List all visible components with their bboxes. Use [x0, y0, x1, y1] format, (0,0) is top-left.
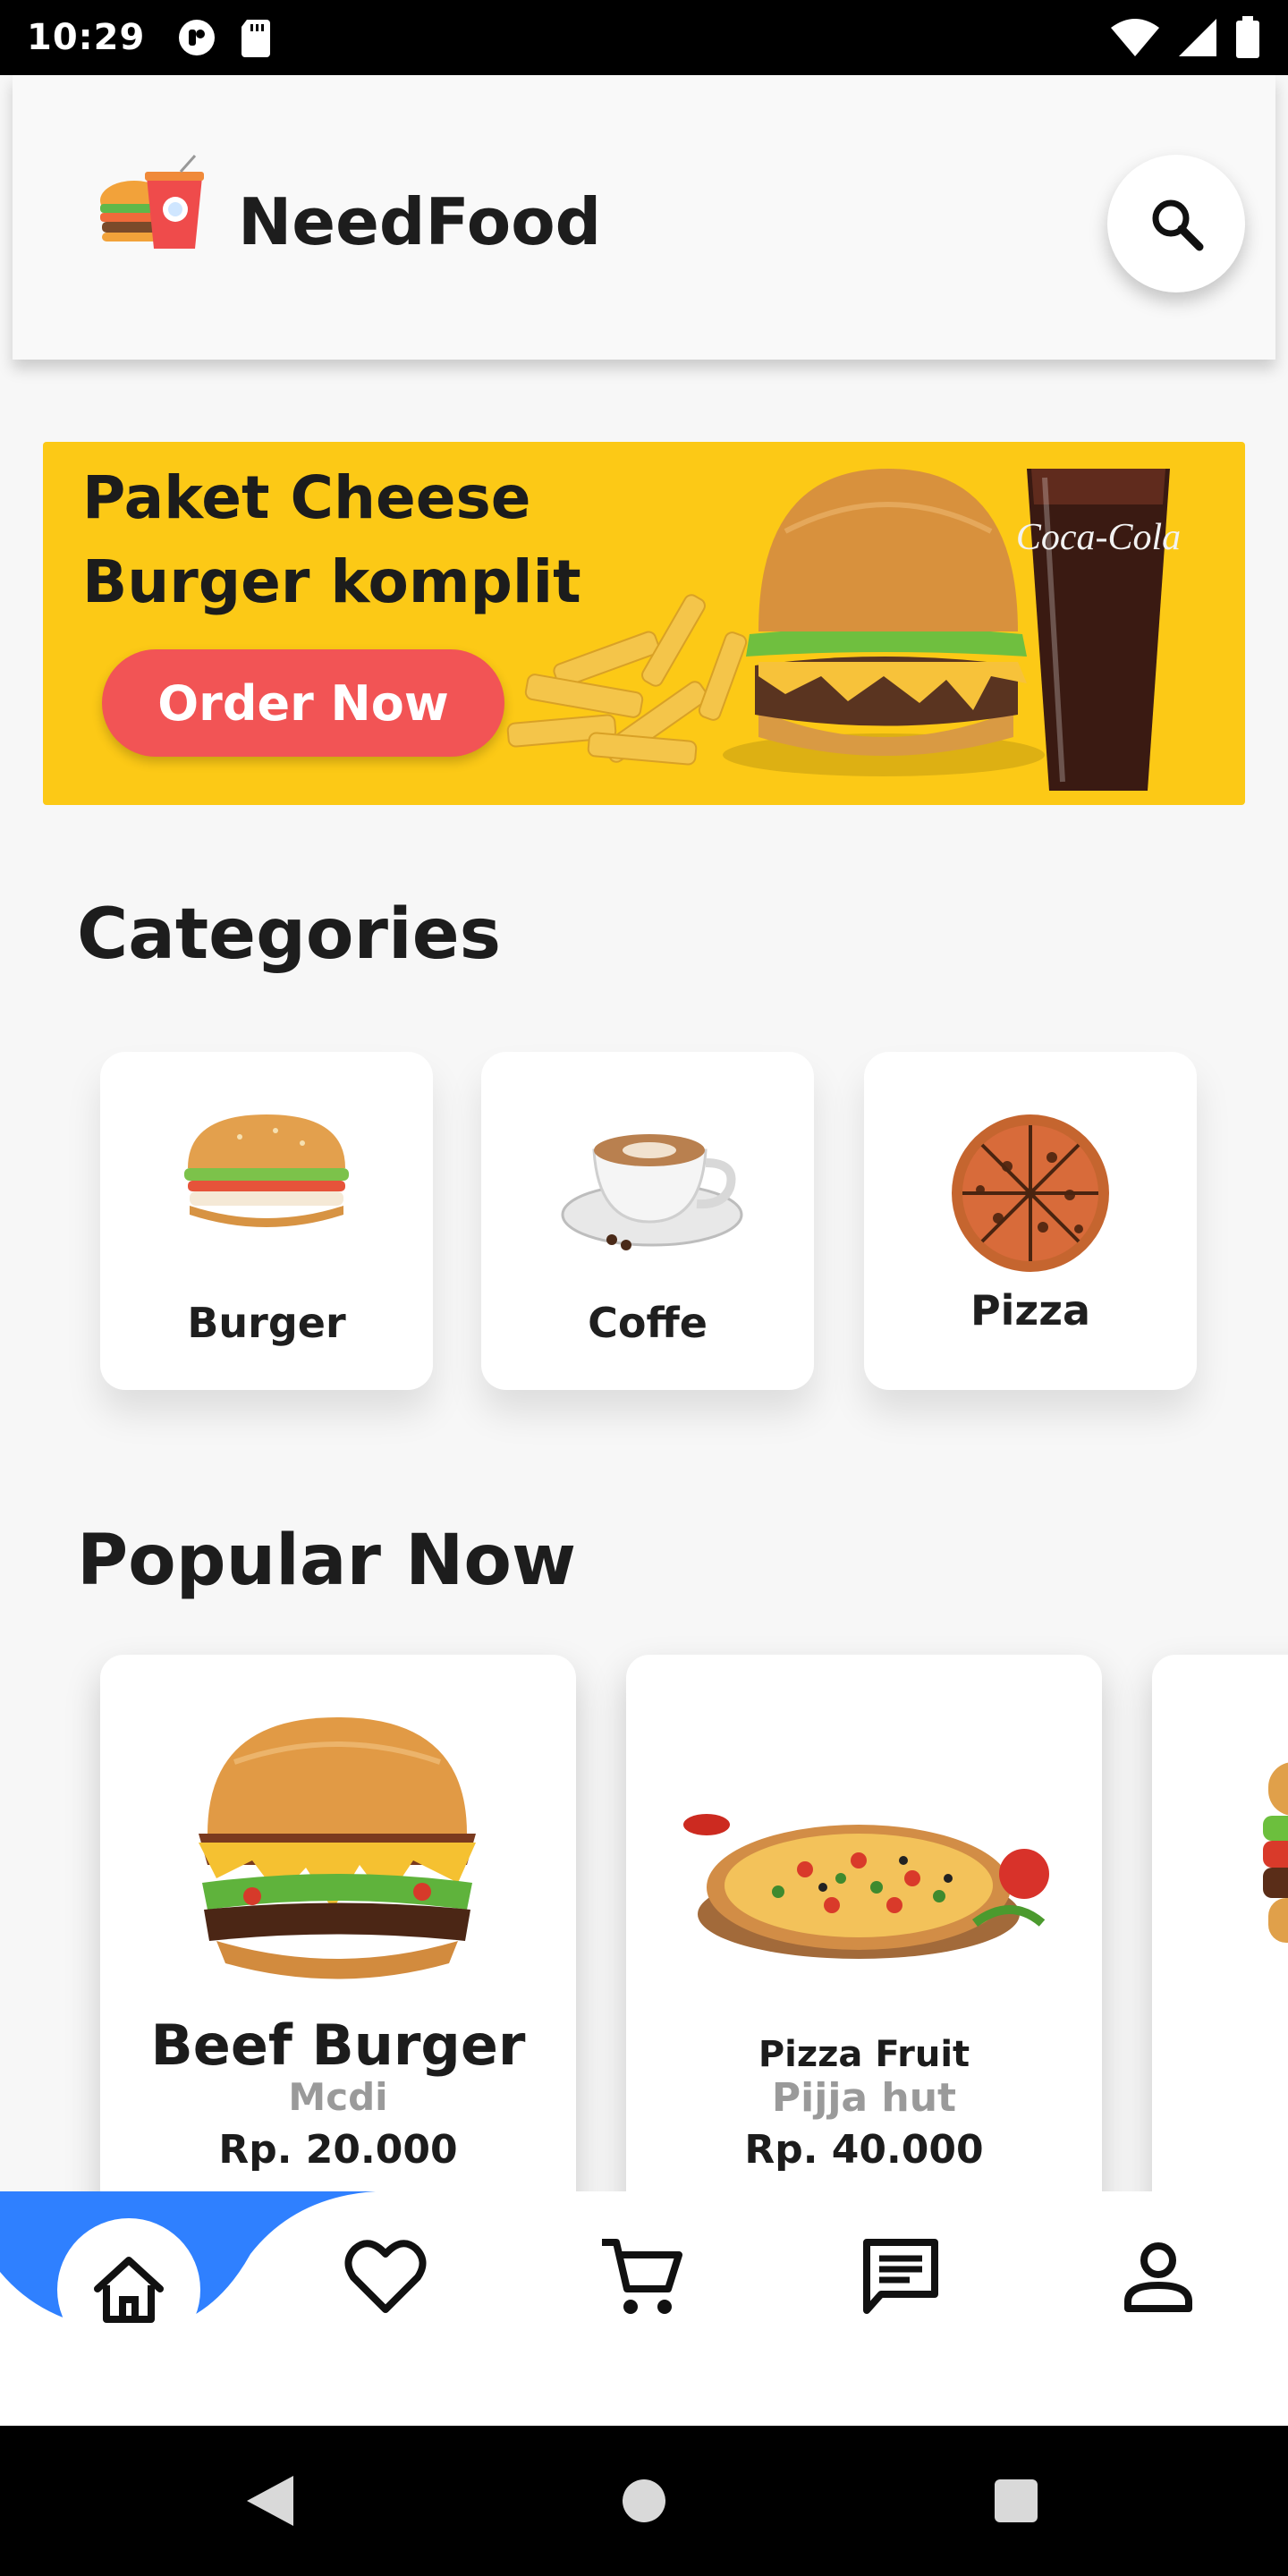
system-home-button[interactable] [610, 2467, 678, 2535]
system-back-button[interactable] [236, 2467, 304, 2535]
food-price: Rp. 20.000 [218, 2127, 458, 2173]
promo-banner[interactable]: Paket Cheese Burger komplit Order Now Co… [43, 442, 1245, 805]
back-triangle-icon [247, 2476, 293, 2526]
burger-icon [184, 1114, 349, 1227]
notification-icon [179, 20, 216, 55]
status-right-icons [1109, 16, 1261, 59]
app-header: NeedFood [13, 75, 1275, 360]
message-icon [863, 2239, 938, 2314]
category-label-burger: Burger [187, 1299, 346, 1347]
heart-icon [344, 2240, 427, 2313]
search-button[interactable] [1107, 155, 1245, 292]
categories-title: Categories [77, 894, 502, 975]
popular-card-pizza-fruit[interactable]: Pizza Fruit Pijja hut Rp. 40.000 [626, 1655, 1102, 2227]
system-recents-button[interactable] [982, 2467, 1050, 2535]
nav-cart[interactable] [592, 2227, 691, 2326]
food-name: Pizza Fruit [758, 2034, 970, 2075]
sd-card-icon [242, 20, 271, 57]
recents-square-icon [995, 2479, 1038, 2522]
bottom-navigation [0, 2191, 1288, 2426]
nav-favorites[interactable] [336, 2227, 435, 2326]
pizza-icon [952, 1114, 1109, 1272]
home-icon [94, 2257, 164, 2323]
category-label-coffee: Coffe [588, 1299, 708, 1347]
status-bar: 10:29 [0, 0, 1288, 75]
food-name: Beef Burger [150, 2012, 526, 2078]
promo-burger-meal-image: Coca-Cola [506, 469, 1181, 791]
order-now-button[interactable]: Order Now [102, 649, 504, 757]
coffee-icon [561, 1134, 743, 1250]
search-icon [1152, 199, 1204, 251]
system-navigation-bar [0, 2426, 1288, 2576]
app-logo [100, 155, 204, 249]
nav-messages[interactable] [852, 2227, 950, 2326]
signal-icon [1179, 19, 1216, 56]
popular-card-beef-burger[interactable]: Beef Burger Mcdi Rp. 20.000 [100, 1655, 576, 2227]
food-shop: Pijja hut [771, 2075, 957, 2121]
nav-profile[interactable] [1109, 2227, 1208, 2326]
category-label-pizza: Pizza [970, 1286, 1091, 1335]
wifi-icon [1111, 19, 1159, 56]
category-card-coffee[interactable]: Coffe [481, 1052, 814, 1390]
app-title: NeedFood [238, 184, 602, 259]
popular-card-partial[interactable] [1152, 1655, 1288, 2227]
food-price: Rp. 40.000 [744, 2127, 984, 2173]
popular-title: Popular Now [77, 1521, 577, 1601]
app-screen: 10:29 NeedFood Paket Cheese Burger kompl… [0, 0, 1288, 2576]
cart-icon [602, 2239, 682, 2314]
food-shop: Mcdi [288, 2075, 388, 2119]
nav-home[interactable] [57, 2218, 200, 2361]
category-card-pizza[interactable]: Pizza [864, 1052, 1197, 1390]
popular-list: Beef Burger Mcdi Rp. 20.000 Pizza Fruit … [63, 1655, 1288, 2227]
sandwich-image [1263, 1762, 1288, 1943]
beef-burger-image [199, 1717, 476, 1979]
battery-icon [1236, 16, 1259, 58]
pizza-fruit-image [683, 1814, 1049, 1959]
status-left-icons [175, 16, 274, 59]
cola-brand-text: Coca-Cola [1016, 517, 1181, 558]
category-card-burger[interactable]: Burger [100, 1052, 433, 1390]
person-icon [1124, 2242, 1192, 2312]
home-circle-icon [623, 2479, 665, 2522]
status-time: 10:29 [27, 17, 146, 58]
